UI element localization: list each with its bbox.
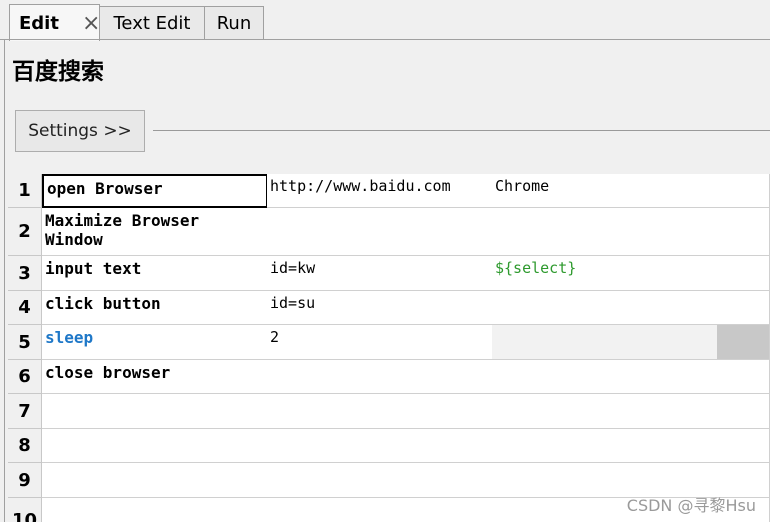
grid-cell[interactable] (267, 360, 493, 394)
grid-cell[interactable]: click button (42, 291, 268, 325)
row-header[interactable]: 5 (8, 325, 42, 360)
row-header[interactable]: 9 (8, 463, 42, 498)
grid-cell[interactable] (267, 429, 493, 463)
tab-edit[interactable]: Edit × (9, 4, 100, 41)
settings-divider (153, 130, 770, 131)
grid-cell[interactable] (267, 498, 493, 522)
grid-cell[interactable]: close browser (42, 360, 268, 394)
grid-cell[interactable] (267, 463, 493, 498)
row-header[interactable]: 1 (8, 174, 42, 208)
close-icon[interactable]: × (82, 13, 100, 35)
page-title: 百度搜索 (12, 59, 104, 85)
tab-text-edit-label: Text Edit (113, 13, 191, 34)
grid-cell[interactable] (717, 429, 770, 463)
grid-cell[interactable] (717, 174, 770, 208)
grid-cell[interactable]: id=kw (267, 256, 493, 291)
row-header[interactable]: 4 (8, 291, 42, 325)
grid-cell[interactable] (717, 256, 770, 291)
tab-edit-label: Edit (19, 12, 59, 34)
grid-cell[interactable] (492, 394, 718, 429)
grid-cell[interactable]: open Browser (42, 174, 268, 208)
grid-cell[interactable] (717, 325, 770, 360)
grid-cell[interactable]: 2 (267, 325, 493, 360)
settings-button[interactable]: Settings >> (15, 110, 145, 152)
grid-cell[interactable] (717, 208, 770, 256)
grid-cell[interactable]: sleep (42, 325, 268, 360)
row-header[interactable]: 2 (8, 208, 42, 256)
grid-cell[interactable] (492, 208, 718, 256)
tab-run-label: Run (216, 13, 252, 34)
grid-cell[interactable]: id=su (267, 291, 493, 325)
test-steps-grid: 1 open Browser http://www.baidu.com Chro… (8, 174, 770, 522)
tab-strip: Text Edit Run Edit × (0, 0, 770, 41)
grid-cell[interactable] (42, 394, 268, 429)
grid-cell[interactable]: ${select} (492, 256, 718, 291)
row-header[interactable]: 10 (8, 498, 42, 522)
row-header[interactable]: 8 (8, 429, 42, 463)
grid-cell[interactable]: input text (42, 256, 268, 291)
grid-cell[interactable] (717, 394, 770, 429)
row-header[interactable]: 3 (8, 256, 42, 291)
grid-cell[interactable] (717, 360, 770, 394)
grid-cell[interactable] (267, 394, 493, 429)
grid-cell[interactable]: http://www.baidu.com (267, 174, 493, 208)
grid-cell[interactable] (267, 208, 493, 256)
grid-cell[interactable] (42, 463, 268, 498)
tab-strip-divider (0, 39, 770, 40)
tab-text-edit[interactable]: Text Edit (99, 6, 205, 40)
tab-run[interactable]: Run (204, 6, 264, 40)
row-header[interactable]: 6 (8, 360, 42, 394)
grid-cell[interactable]: Maximize Browser Window (42, 208, 268, 256)
panel-border (4, 40, 5, 522)
grid-cell[interactable] (492, 291, 718, 325)
grid-cell[interactable] (492, 360, 718, 394)
grid-cell[interactable] (492, 429, 718, 463)
row-header[interactable]: 7 (8, 394, 42, 429)
grid-cell[interactable] (42, 498, 268, 522)
watermark: CSDN @寻黎Hsu (626, 496, 756, 515)
grid-cell[interactable] (717, 291, 770, 325)
grid-cell[interactable]: Chrome (492, 174, 718, 208)
grid-cell[interactable] (42, 429, 268, 463)
grid-cell[interactable] (492, 325, 718, 360)
